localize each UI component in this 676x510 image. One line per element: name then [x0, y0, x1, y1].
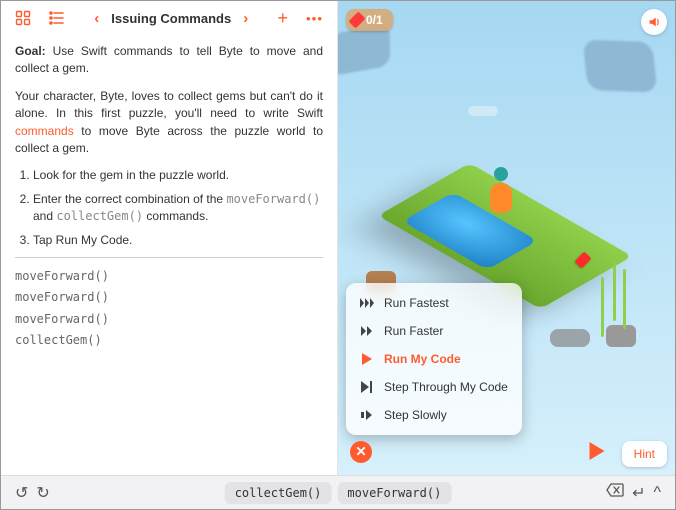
- fast-forward-2-icon: [360, 326, 374, 336]
- delete-button[interactable]: [602, 483, 628, 502]
- commands-link[interactable]: commands: [15, 124, 74, 138]
- app-root: ‹ Issuing Commands › + ••• Goal: Use Swi…: [0, 0, 676, 510]
- sound-toggle-button[interactable]: [641, 9, 667, 35]
- run-speed-menu: Run Fastest Run Faster Run My Code: [346, 283, 522, 435]
- grid-view-icon[interactable]: [11, 8, 35, 28]
- cloud-rock: [338, 24, 390, 77]
- instructions-content: Goal: Use Swift commands to tell Byte to…: [1, 35, 337, 363]
- step-2: Enter the correct combination of the mov…: [33, 191, 323, 226]
- step-through-option[interactable]: Step Through My Code: [346, 373, 522, 401]
- code-line[interactable]: moveForward(): [15, 289, 323, 306]
- title-nav: ‹ Issuing Commands ›: [79, 8, 263, 29]
- intro-before: Your character, Byte, loves to collect g…: [15, 89, 323, 120]
- gem-counter: 0/1: [346, 9, 393, 31]
- code-line[interactable]: moveForward(): [15, 268, 323, 285]
- gem-count-text: 0/1: [366, 13, 383, 27]
- code-line[interactable]: collectGem(): [15, 332, 323, 349]
- add-button[interactable]: +: [273, 6, 292, 31]
- step-1: Look for the gem in the puzzle world.: [33, 167, 323, 184]
- run-button[interactable]: [589, 442, 605, 465]
- step-slowly-option[interactable]: Step Slowly: [346, 401, 522, 429]
- run-fastest-option[interactable]: Run Fastest: [346, 289, 522, 317]
- goal-label: Goal:: [15, 44, 46, 58]
- code-editor[interactable]: moveForward() moveForward() moveForward(…: [15, 268, 323, 350]
- list-view-icon[interactable]: [45, 8, 69, 28]
- code-moveforward: moveForward(): [226, 192, 320, 206]
- run-option-label: Run My Code: [384, 352, 461, 366]
- steps-list: Look for the gem in the puzzle world. En…: [15, 167, 323, 249]
- step-2-lead: Enter the correct combination of the: [33, 192, 226, 206]
- play-icon: [360, 353, 374, 365]
- run-option-label: Run Fastest: [384, 296, 449, 310]
- undo-button[interactable]: ↺: [11, 483, 32, 503]
- separator: [15, 257, 323, 258]
- goal-text: Use Swift commands to tell Byte to move …: [15, 44, 323, 75]
- next-page-button[interactable]: ›: [239, 8, 252, 29]
- hint-button[interactable]: Hint: [622, 441, 667, 467]
- redo-button[interactable]: ↻: [32, 483, 53, 503]
- run-option-label: Step Through My Code: [384, 380, 508, 394]
- main-split: ‹ Issuing Commands › + ••• Goal: Use Swi…: [1, 1, 675, 475]
- keyboard-toggle-button[interactable]: ^: [649, 484, 665, 502]
- vines: [613, 261, 616, 321]
- prev-page-button[interactable]: ‹: [90, 8, 103, 29]
- step-2-tail: commands.: [143, 209, 208, 223]
- play-bar-icon: [360, 381, 374, 393]
- code-collectgem: collectGem(): [56, 209, 143, 223]
- run-my-code-option[interactable]: Run My Code: [346, 345, 522, 373]
- code-line[interactable]: moveForward(): [15, 311, 323, 328]
- run-option-label: Run Faster: [384, 324, 443, 338]
- run-faster-option[interactable]: Run Faster: [346, 317, 522, 345]
- cloud: [468, 106, 498, 116]
- editor-pane: ‹ Issuing Commands › + ••• Goal: Use Swi…: [1, 1, 338, 475]
- suggestion-moveforward[interactable]: moveForward(): [337, 482, 451, 504]
- byte-character: [488, 171, 514, 213]
- more-button[interactable]: •••: [302, 9, 327, 28]
- return-button[interactable]: ↵: [628, 483, 649, 503]
- goal-paragraph: Goal: Use Swift commands to tell Byte to…: [15, 43, 323, 78]
- step-3: Tap Run My Code.: [33, 232, 323, 249]
- step-2-mid: and: [33, 209, 56, 223]
- bottom-toolbar: ↺ ↻ collectGem() moveForward() ↵ ^: [1, 475, 675, 509]
- run-option-label: Step Slowly: [384, 408, 447, 422]
- intro-paragraph: Your character, Byte, loves to collect g…: [15, 88, 323, 158]
- close-run-menu-button[interactable]: ✕: [350, 441, 372, 463]
- stone-slab: [550, 329, 590, 347]
- page-title: Issuing Commands: [111, 11, 231, 26]
- code-suggestions: collectGem() moveForward(): [225, 482, 452, 504]
- suggestion-collectgem[interactable]: collectGem(): [225, 482, 332, 504]
- fast-forward-3-icon: [360, 298, 374, 308]
- cloud-rock: [583, 40, 658, 93]
- world-pane: 0/1 Run Fastest Run Faster: [338, 1, 675, 475]
- slow-play-icon: [360, 410, 374, 420]
- rock: [606, 325, 636, 347]
- gem-icon: [349, 12, 366, 29]
- editor-toolbar: ‹ Issuing Commands › + •••: [1, 1, 337, 35]
